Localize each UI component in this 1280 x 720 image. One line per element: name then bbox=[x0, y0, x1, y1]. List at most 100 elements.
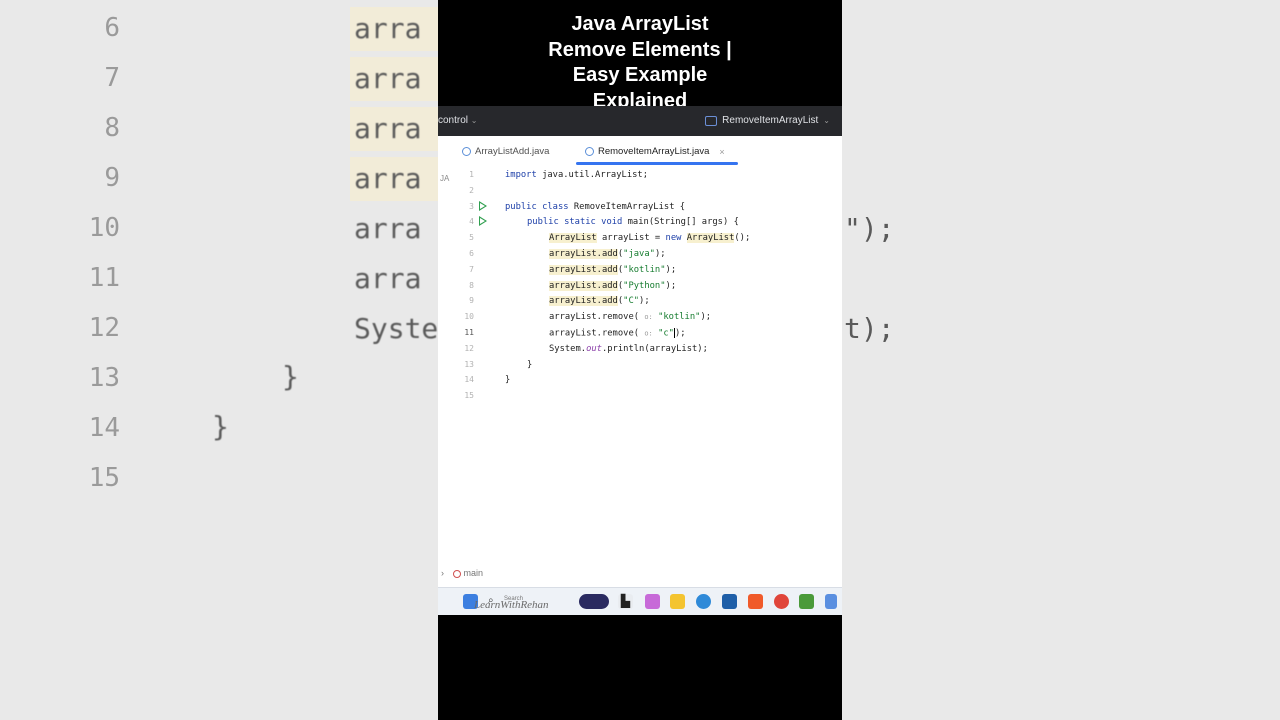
run-config-icon bbox=[705, 115, 718, 126]
code-text: System.out.println(arrayList); bbox=[549, 344, 708, 354]
code-text: public static void main(String[] args) { bbox=[527, 217, 739, 227]
code-line: 15 bbox=[438, 389, 842, 405]
code-line: 6 arrayList.add("java"); bbox=[438, 247, 842, 263]
line-number: 6 bbox=[469, 248, 474, 258]
code-token: System. bbox=[549, 343, 587, 354]
code-token: arrayList.remove( bbox=[549, 328, 640, 339]
parameter-hint: o: bbox=[644, 313, 653, 322]
edge-icon[interactable] bbox=[696, 594, 711, 609]
widget-icon[interactable] bbox=[579, 594, 609, 609]
line-number: 2 bbox=[469, 185, 474, 195]
editor-tabs: ArrayListAdd.java RemoveItemArrayList.ja… bbox=[438, 136, 842, 165]
video-frame: Java ArrayList Remove Elements | Easy Exam… bbox=[438, 0, 842, 720]
run-icon[interactable] bbox=[479, 216, 487, 227]
string-literal: "java" bbox=[623, 248, 655, 259]
bg-code-fragment: arra bbox=[354, 12, 422, 45]
copilot-icon[interactable] bbox=[645, 594, 660, 609]
code-line-current: 11 arrayList.remove( o: "c"); bbox=[438, 326, 842, 342]
breadcrumb[interactable]: main bbox=[453, 568, 483, 578]
bg-line-number: 14 bbox=[88, 413, 120, 443]
code-token: arrayList = bbox=[596, 233, 666, 244]
video-title: Java ArrayList Remove Elements | Easy Exam… bbox=[438, 12, 842, 114]
bg-code-fragment: } bbox=[212, 410, 229, 443]
string-literal: "Python" bbox=[623, 280, 666, 291]
code-line: 3 public class RemoveItemArrayList { bbox=[438, 200, 842, 216]
run-config-selector[interactable]: RemoveItemArrayList ⌄ bbox=[705, 115, 830, 126]
line-number: 1 bbox=[469, 170, 474, 179]
code-line: 4 public static void main(String[] args)… bbox=[438, 215, 842, 231]
code-line: 10 arrayList.remove( o: "kotlin"); bbox=[438, 310, 842, 326]
app-icon[interactable] bbox=[825, 594, 837, 609]
tab-arraylistadd[interactable]: ArrayListAdd.java bbox=[462, 146, 549, 157]
code-token: ArrayList bbox=[686, 233, 735, 244]
bg-line-number: 11 bbox=[88, 263, 120, 293]
code-token: arrayList.add bbox=[549, 280, 618, 291]
keyword: public class bbox=[505, 201, 569, 212]
line-number: 9 bbox=[469, 296, 474, 306]
code-text: arrayList.add("C"); bbox=[549, 296, 650, 307]
os-taskbar: ⌕ Search LearnWithRehan ▙ bbox=[438, 587, 842, 615]
chrome-icon[interactable] bbox=[774, 594, 789, 609]
status-bar: › main bbox=[438, 568, 842, 582]
breadcrumb-label: main bbox=[463, 568, 484, 578]
bg-line-number: 8 bbox=[104, 113, 120, 143]
terminal-icon[interactable]: ▙ bbox=[618, 594, 633, 609]
code-line: 8 arrayList.add("Python"); bbox=[438, 279, 842, 295]
code-token: RemoveItemArrayList { bbox=[568, 201, 686, 212]
string-literal: "c" bbox=[658, 328, 674, 339]
code-text: import java.util.ArrayList; bbox=[505, 170, 648, 180]
bg-line-number: 9 bbox=[104, 163, 120, 193]
ide-toolbar: control ⌄ RemoveItemArrayList ⌄ bbox=[438, 106, 842, 136]
code-line: 1 import java.util.ArrayList; bbox=[438, 168, 842, 184]
method-icon bbox=[453, 569, 461, 578]
video-title-text: Java ArrayList Remove Elements | Easy Exam… bbox=[548, 13, 732, 112]
run-config-name: RemoveItemArrayList bbox=[722, 115, 819, 126]
code-token: arrayList.add bbox=[549, 296, 618, 307]
bg-line-number: 10 bbox=[88, 213, 120, 243]
brave-icon[interactable] bbox=[748, 594, 763, 609]
watermark: LearnWithRehan bbox=[474, 599, 549, 611]
tab-removeitemarraylist[interactable]: RemoveItemArrayList.java × bbox=[585, 146, 725, 157]
chevron-down-icon: ⌄ bbox=[823, 116, 830, 125]
active-tab-indicator bbox=[576, 162, 738, 165]
close-icon[interactable]: × bbox=[719, 147, 724, 157]
code-text: public class RemoveItemArrayList { bbox=[505, 202, 685, 212]
string-literal: "kotlin" bbox=[658, 312, 701, 323]
line-number: 15 bbox=[464, 391, 474, 401]
code-token: out bbox=[586, 343, 602, 354]
line-number: 13 bbox=[464, 359, 474, 369]
bg-line-number: 6 bbox=[104, 13, 120, 43]
code-line: 5 ArrayList arrayList = new ArrayList(); bbox=[438, 231, 842, 247]
keyword: new bbox=[665, 233, 682, 244]
parameter-hint: o: bbox=[644, 329, 653, 338]
bg-line-number: 12 bbox=[88, 313, 120, 343]
code-line: 13 } bbox=[438, 358, 842, 374]
tab-label: ArrayListAdd.java bbox=[475, 146, 550, 157]
bg-code-fragment: } bbox=[282, 360, 299, 393]
string-literal: "C" bbox=[623, 296, 640, 307]
code-token: arrayList.add bbox=[549, 248, 618, 259]
line-number: 14 bbox=[464, 375, 474, 385]
run-icon[interactable] bbox=[479, 200, 487, 211]
keyword: import bbox=[505, 170, 537, 180]
project-selector[interactable]: control ⌄ bbox=[438, 115, 478, 126]
folder-icon[interactable] bbox=[670, 594, 685, 609]
code-token: main(String[] args) { bbox=[622, 217, 739, 228]
line-number: 8 bbox=[469, 280, 474, 290]
java-class-icon bbox=[462, 147, 471, 156]
bg-line-number: 7 bbox=[104, 63, 120, 93]
code-line: 2 bbox=[438, 184, 842, 200]
code-text: } bbox=[505, 375, 511, 386]
store-icon[interactable] bbox=[722, 594, 737, 609]
code-line: 14 } bbox=[438, 373, 842, 389]
line-number: 7 bbox=[469, 264, 474, 274]
code-token: arrayList.add bbox=[549, 264, 618, 275]
line-number: 3 bbox=[469, 201, 474, 211]
string-literal: "kotlin" bbox=[623, 264, 666, 275]
code-text: } bbox=[527, 359, 533, 370]
code-editor[interactable]: 1 import java.util.ArrayList; 2 3 public… bbox=[438, 168, 842, 405]
bg-line-number: 15 bbox=[88, 463, 120, 493]
code-token: arrayList.remove( bbox=[549, 312, 640, 323]
keyword: public static void bbox=[527, 217, 623, 228]
app-icon[interactable] bbox=[799, 594, 814, 609]
